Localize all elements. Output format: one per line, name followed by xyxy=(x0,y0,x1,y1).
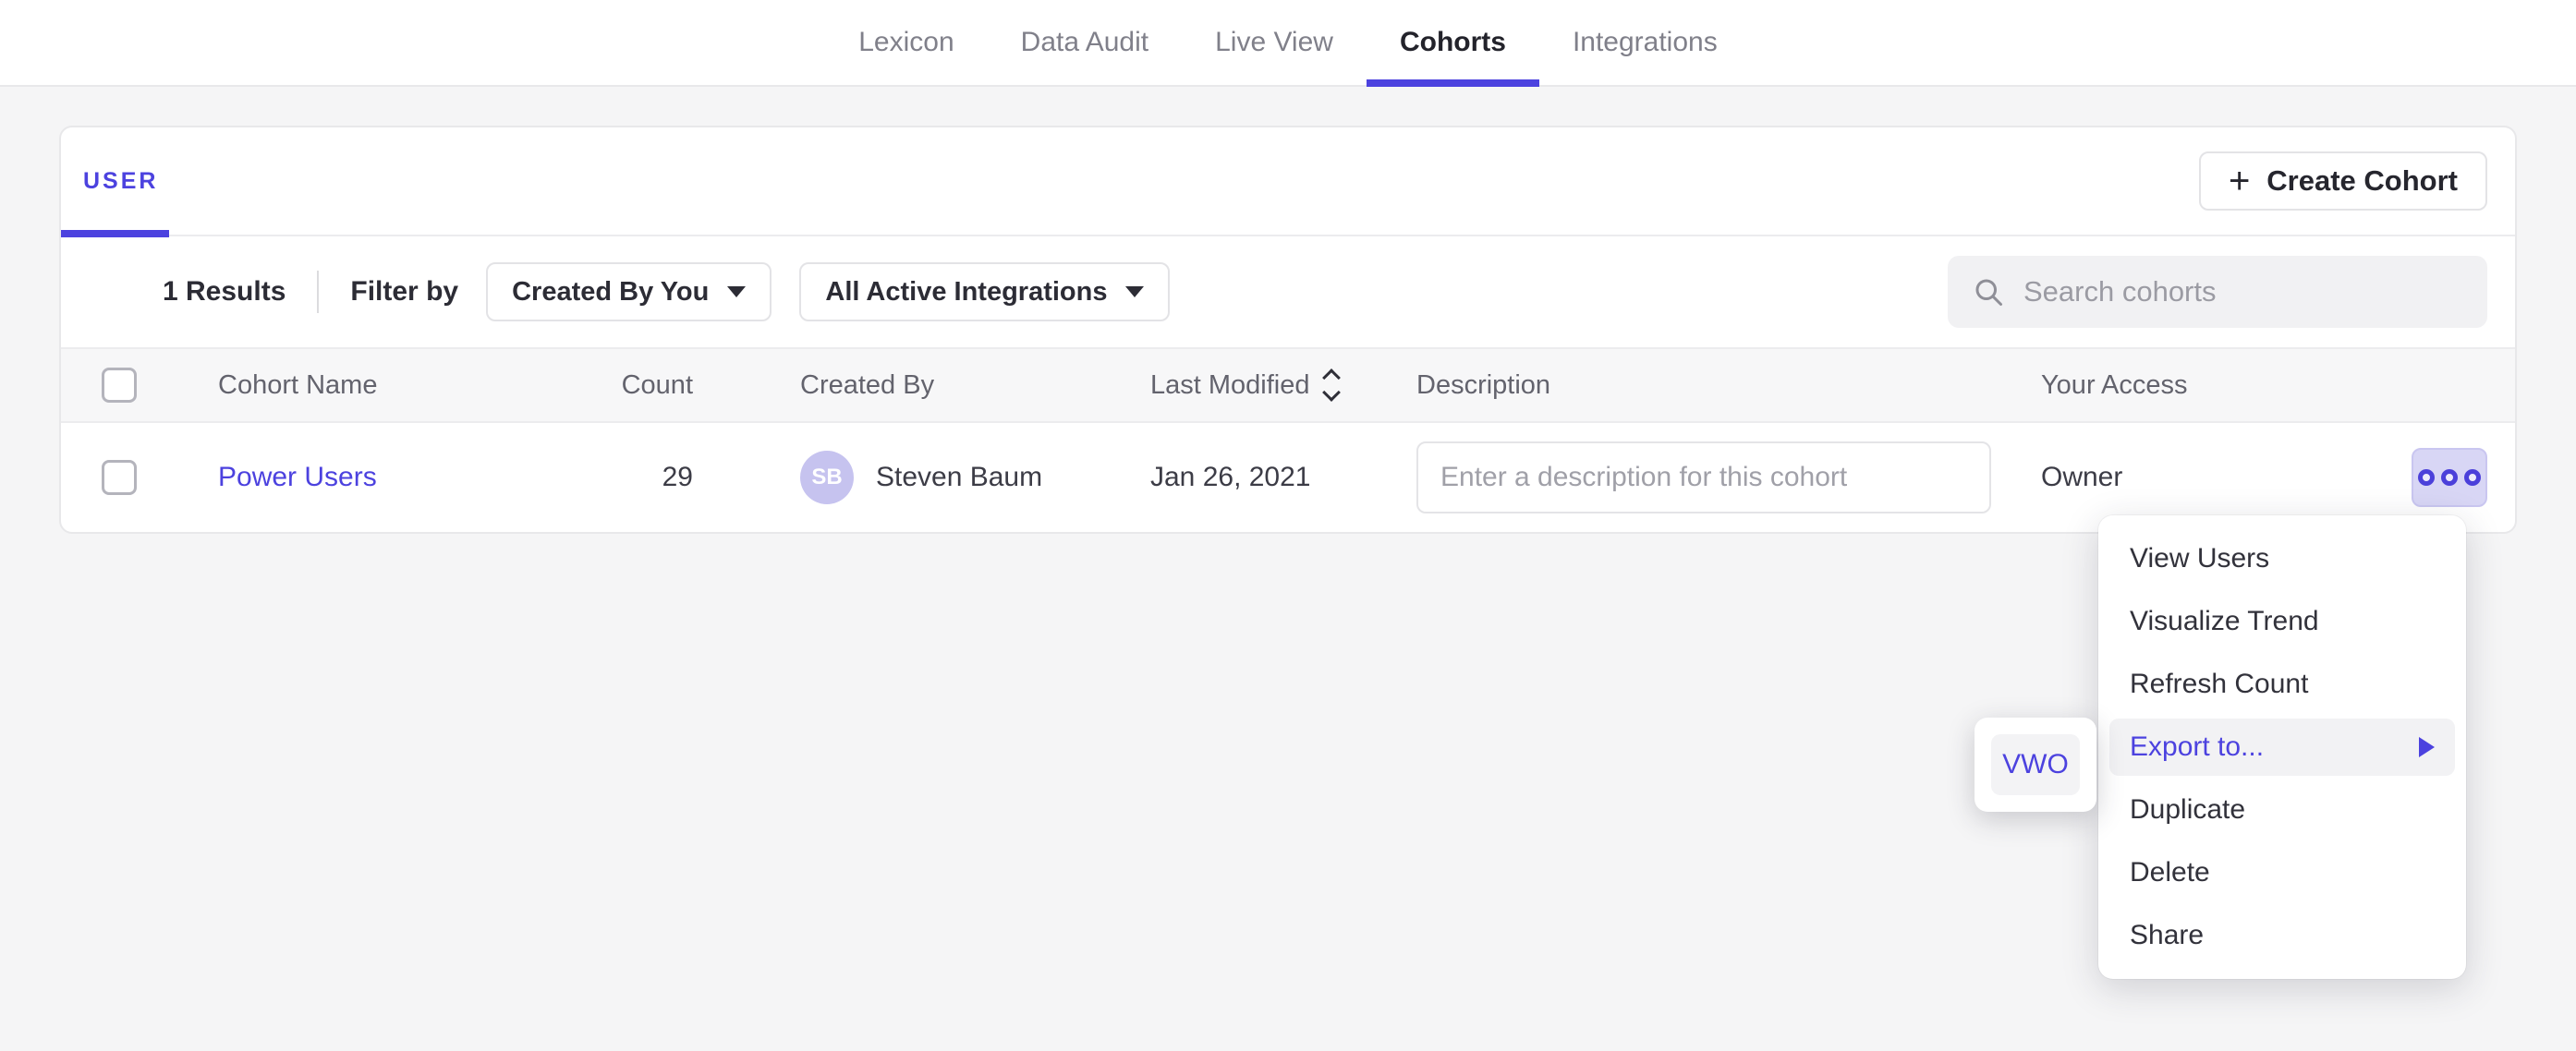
search-box xyxy=(1948,256,2487,328)
created-by-dropdown-label: Created By You xyxy=(512,277,709,308)
submenu-arrow-icon xyxy=(2419,737,2435,757)
table-header-row: Cohort Name Count Created By Last Modifi… xyxy=(61,347,2515,423)
last-modified-value: Jan 26, 2021 xyxy=(1150,462,1416,493)
tab-lexicon[interactable]: Lexicon xyxy=(825,0,987,85)
menu-item-refresh-count[interactable]: Refresh Count xyxy=(2109,656,2455,713)
tab-user[interactable]: USER xyxy=(83,168,158,195)
panel-header: USER + Create Cohort xyxy=(61,127,2515,236)
column-header-created-by: Created By xyxy=(800,370,1150,401)
divider xyxy=(317,271,319,313)
header-checkbox-cell xyxy=(61,368,218,403)
select-all-checkbox[interactable] xyxy=(102,368,137,403)
top-nav-bar: Lexicon Data Audit Live View Cohorts Int… xyxy=(0,0,2576,87)
tab-live-view[interactable]: Live View xyxy=(1182,0,1367,85)
tab-integrations[interactable]: Integrations xyxy=(1539,0,1751,85)
menu-item-visualize-trend[interactable]: Visualize Trend xyxy=(2109,593,2455,650)
filter-by-label: Filter by xyxy=(350,276,458,308)
menu-item-view-users[interactable]: View Users xyxy=(2109,530,2455,587)
created-by-name: Steven Baum xyxy=(876,462,1042,493)
sort-icon xyxy=(1325,371,1338,399)
submenu-item-vwo[interactable]: VWO xyxy=(1991,734,2080,795)
menu-item-export-to[interactable]: Export to... xyxy=(2109,719,2455,776)
actions-cell xyxy=(2392,448,2487,507)
created-by-dropdown[interactable]: Created By You xyxy=(486,262,772,321)
row-checkbox[interactable] xyxy=(102,460,137,495)
avatar: SB xyxy=(800,451,854,504)
chevron-down-icon xyxy=(727,286,746,297)
cohort-name-cell: Power Users xyxy=(218,462,619,493)
export-to-label: Export to... xyxy=(2130,731,2264,763)
menu-item-duplicate[interactable]: Duplicate xyxy=(2109,781,2455,839)
created-by-cell: SB Steven Baum xyxy=(800,451,1150,504)
search-input[interactable] xyxy=(2023,275,2463,308)
filter-bar: 1 Results Filter by Created By You All A… xyxy=(61,236,2515,347)
menu-item-delete[interactable]: Delete xyxy=(2109,844,2455,901)
description-cell xyxy=(1416,441,2041,513)
column-header-name: Cohort Name xyxy=(218,370,619,401)
tab-data-audit[interactable]: Data Audit xyxy=(988,0,1182,85)
integrations-dropdown[interactable]: All Active Integrations xyxy=(799,262,1170,321)
column-header-count: Count xyxy=(619,370,800,401)
search-icon xyxy=(1972,275,2005,308)
access-value: Owner xyxy=(2041,462,2392,493)
plus-icon: + xyxy=(2229,163,2250,199)
description-input[interactable] xyxy=(1416,441,1991,513)
column-header-last-modified[interactable]: Last Modified xyxy=(1150,370,1416,401)
tab-cohorts[interactable]: Cohorts xyxy=(1367,0,1539,85)
top-nav-tabs: Lexicon Data Audit Live View Cohorts Int… xyxy=(825,0,1750,85)
more-dots-icon xyxy=(2441,469,2458,486)
more-actions-button[interactable] xyxy=(2412,448,2487,507)
cohort-count: 29 xyxy=(619,462,800,493)
last-modified-label: Last Modified xyxy=(1150,370,1310,401)
results-count: 1 Results xyxy=(163,276,286,308)
chevron-down-icon xyxy=(1125,286,1144,297)
more-dots-icon xyxy=(2464,469,2481,486)
menu-item-share[interactable]: Share xyxy=(2109,907,2455,964)
row-checkbox-cell xyxy=(61,460,218,495)
export-submenu: VWO xyxy=(1975,718,2096,812)
page-content: USER + Create Cohort 1 Results Filter by… xyxy=(0,126,2576,534)
create-cohort-label: Create Cohort xyxy=(2266,164,2458,198)
column-header-access: Your Access xyxy=(2041,370,2392,401)
integrations-dropdown-label: All Active Integrations xyxy=(825,277,1107,308)
create-cohort-button[interactable]: + Create Cohort xyxy=(2199,151,2487,211)
more-dots-icon xyxy=(2418,469,2435,486)
cohort-name-link[interactable]: Power Users xyxy=(218,462,377,492)
column-header-description: Description xyxy=(1416,370,2041,401)
cohorts-panel: USER + Create Cohort 1 Results Filter by… xyxy=(59,126,2517,534)
row-context-menu: View Users Visualize Trend Refresh Count… xyxy=(2098,515,2466,979)
